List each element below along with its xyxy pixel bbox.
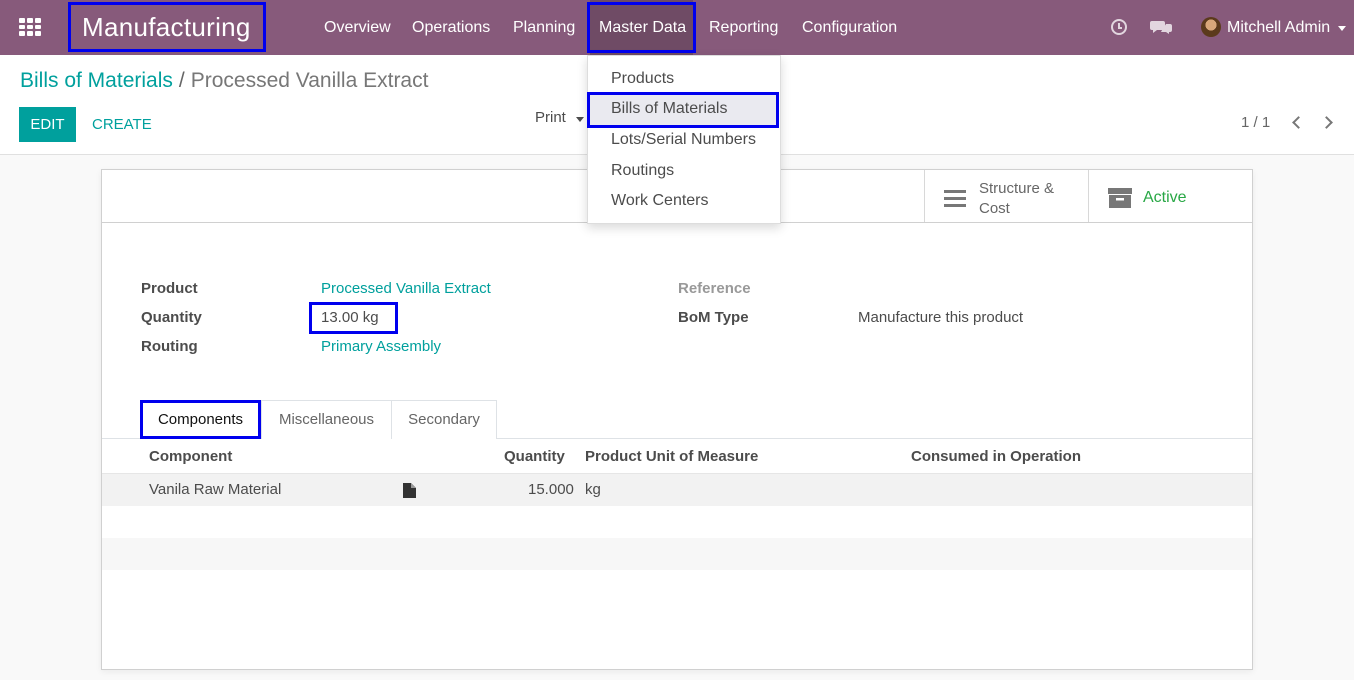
table-row-empty [102,506,1252,538]
column-header-quantity[interactable]: Quantity [504,448,565,465]
table-row-empty [102,538,1252,570]
quantity-number: 13.00 [321,309,359,326]
cell-uom[interactable]: kg [585,481,601,498]
print-button[interactable]: Print [535,109,566,126]
pager-value[interactable]: 1 / 1 [1241,114,1270,131]
menu-master-data-highlight [587,2,696,53]
avatar[interactable] [1201,17,1221,37]
cell-quantity[interactable]: 15.000 [528,481,574,498]
breadcrumb-separator: / [178,69,185,92]
quantity-unit: kg [362,309,379,326]
product-value-link[interactable]: Processed Vanilla Extract [321,280,491,297]
edit-button[interactable]: EDIT [19,107,76,142]
routing-value-link[interactable]: Primary Assembly [321,338,441,355]
menu-operations[interactable]: Operations [412,0,490,55]
menu-overview[interactable]: Overview [324,0,391,55]
button-box-divider [1088,170,1089,222]
breadcrumb-current: Processed Vanilla Extract [190,69,429,92]
column-header-uom[interactable]: Product Unit of Measure [585,448,758,465]
apps-grid-icon[interactable] [19,18,41,37]
tab-components[interactable]: Components [140,400,261,439]
menu-planning[interactable]: Planning [513,0,575,55]
quantity-value: 13.00 kg [321,309,379,326]
routing-label: Routing [141,338,198,355]
document-icon[interactable] [403,483,416,498]
quantity-label: Quantity [141,309,202,326]
breadcrumb-bills-of-materials[interactable]: Bills of Materials [20,69,173,92]
create-button[interactable]: CREATE [92,107,152,142]
archive-icon[interactable] [1108,186,1132,210]
product-label: Product [141,280,198,297]
chat-icon[interactable] [1150,19,1172,35]
column-header-component[interactable]: Component [149,448,232,465]
user-menu-name[interactable]: Mitchell Admin [1227,0,1330,55]
breadcrumb: Bills of Materials / Processed Vanilla Ext… [20,69,428,93]
clock-icon[interactable] [1111,19,1127,35]
menu-reporting[interactable]: Reporting [709,0,778,55]
print-caret-icon[interactable] [576,117,584,122]
tab-miscellaneous[interactable]: Miscellaneous [261,400,392,439]
cell-component[interactable]: Vanila Raw Material [149,481,281,498]
caret-down-icon[interactable] [1338,26,1346,31]
bars-icon[interactable] [944,190,966,208]
tab-secondary[interactable]: Secondary [391,400,497,439]
bom-type-label: BoM Type [678,309,749,326]
column-header-consumed-in-operation[interactable]: Consumed in Operation [911,448,1081,465]
bom-type-value: Manufacture this product [858,309,1024,326]
menu-configuration[interactable]: Configuration [802,0,897,55]
app-title[interactable]: Manufacturing [68,2,266,52]
dropdown-item-work-centers[interactable]: Work Centers [611,192,709,210]
structure-cost-button[interactable]: Structure & Cost [979,179,1079,219]
active-toggle-button[interactable]: Active [1143,189,1187,207]
dropdown-item-lots-serial-numbers[interactable]: Lots/Serial Numbers [611,131,756,149]
reference-label: Reference [678,280,751,297]
dropdown-item-routings[interactable]: Routings [611,162,674,180]
dropdown-item-bills-of-materials[interactable]: Bills of Materials [611,100,727,118]
button-box-divider [924,170,925,222]
dropdown-item-products[interactable]: Products [611,70,674,88]
